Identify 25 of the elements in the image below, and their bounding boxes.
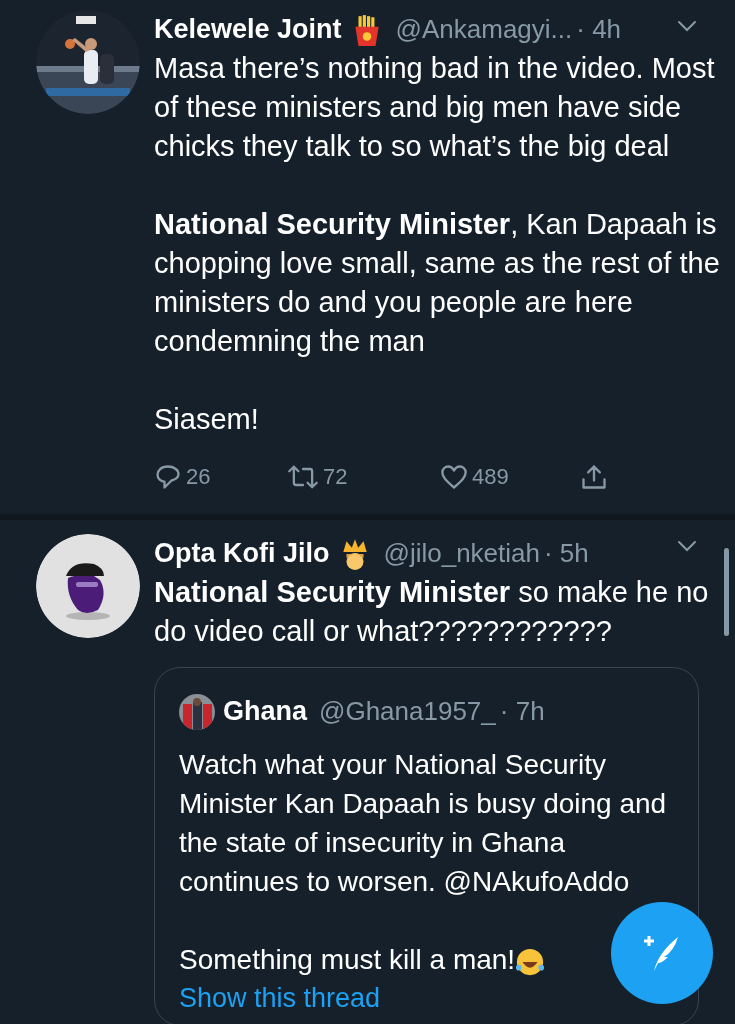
user-name[interactable]: Opta Kofi Jilo bbox=[154, 534, 330, 573]
like-count: 489 bbox=[472, 463, 509, 491]
tweet-text: National Security Minister, Kan Dapaah is chopping love small, same as the rest of the ministers do and you people are here condemning the man bbox=[154, 207, 721, 359]
tweet-time: · 4h bbox=[576, 13, 622, 46]
show-thread-link[interactable]: Show this thread bbox=[179, 979, 381, 1018]
reply-count: 26 bbox=[186, 463, 211, 491]
tweet-text: Watch what your National Security Minister Kan Dapaah is busy doing and the state of insecurity in Ghana continues to worsen. @NAkufoAddo bbox=[179, 748, 668, 899]
tweet-text: National Security Minister so make he no do video call or what???????????? bbox=[154, 575, 710, 649]
tweet-time: · 7h bbox=[499, 695, 545, 728]
user-handle: @Ghana1957_ bbox=[319, 695, 496, 728]
user-handle: @Ankamagyi... bbox=[395, 13, 573, 46]
chevron-down-icon[interactable] bbox=[677, 540, 697, 552]
tweet-text: Siasem! bbox=[154, 402, 260, 437]
emoji-icon bbox=[515, 946, 546, 977]
tweet-text: Masa there’s nothing bad in the video. Most of these ministers and big men have side chicks they talk to so what’s the big deal bbox=[154, 51, 716, 164]
user-name[interactable]: Kelewele Joint bbox=[154, 10, 342, 49]
avatar-logo[interactable] bbox=[36, 534, 140, 638]
user-name[interactable]: Ghana bbox=[223, 692, 308, 731]
tweet-time: · 5h bbox=[544, 537, 589, 570]
share-icon[interactable] bbox=[580, 462, 608, 491]
chevron-down-icon[interactable] bbox=[677, 20, 697, 32]
heart-icon bbox=[440, 462, 468, 491]
retweet-count: 72 bbox=[323, 463, 348, 491]
user-handle: @jilo_nketiah bbox=[383, 537, 540, 570]
reply-icon bbox=[154, 462, 182, 491]
